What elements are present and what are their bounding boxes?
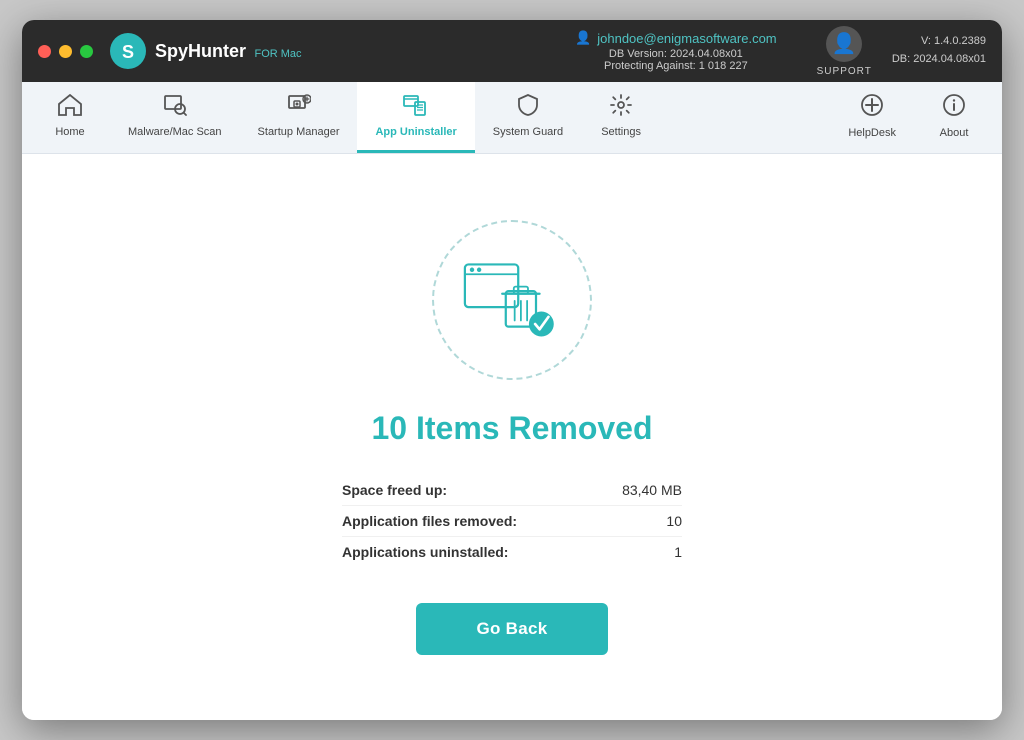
nav-label-malware-scan: Malware/Mac Scan xyxy=(128,126,222,138)
user-icon: 👤 xyxy=(575,30,591,46)
header-db-info: DB Version: 2024.04.08x01 Protecting Aga… xyxy=(604,48,748,72)
nav-spacer xyxy=(661,82,830,153)
stat-label-space: Space freed up: xyxy=(342,482,447,498)
stats-table: Space freed up: 83,40 MB Application fil… xyxy=(342,475,682,567)
nav-label-about: About xyxy=(940,127,969,139)
stat-row-files: Application files removed: 10 xyxy=(342,506,682,537)
nav-label-startup-manager: Startup Manager xyxy=(258,126,340,138)
app-title-text: SpyHunter FOR Mac xyxy=(155,41,302,62)
app-uninstaller-icon xyxy=(403,94,429,122)
nav-item-system-guard[interactable]: System Guard xyxy=(475,82,581,153)
stat-row-apps: Applications uninstalled: 1 xyxy=(342,537,682,567)
nav-item-startup-manager[interactable]: Startup Manager xyxy=(240,82,358,153)
system-guard-icon xyxy=(517,94,539,122)
nav-item-home[interactable]: Home xyxy=(30,82,110,153)
maximize-button[interactable] xyxy=(80,45,93,58)
app-window: S SpyHunter FOR Mac 👤 johndoe@enigmasoft… xyxy=(22,20,1002,720)
stat-row-space: Space freed up: 83,40 MB xyxy=(342,475,682,506)
startup-manager-icon xyxy=(287,94,311,122)
close-button[interactable] xyxy=(38,45,51,58)
uninstall-result-icon xyxy=(462,260,562,340)
protecting-text: Protecting Against: 1 018 227 xyxy=(604,60,748,72)
nav-label-home: Home xyxy=(55,126,84,138)
db-text: DB: 2024.04.08x01 xyxy=(892,51,986,69)
header-center: 👤 johndoe@enigmasoftware.com DB Version:… xyxy=(575,30,777,72)
app-logo: S SpyHunter FOR Mac xyxy=(109,32,302,70)
version-info: V: 1.4.0.2389 DB: 2024.04.08x01 xyxy=(892,33,986,68)
stat-value-files: 10 xyxy=(666,513,682,529)
version-text: V: 1.4.0.2389 xyxy=(892,33,986,51)
nav-item-app-uninstaller[interactable]: App Uninstaller xyxy=(357,82,474,153)
nav-label-app-uninstaller: App Uninstaller xyxy=(375,126,456,138)
nav-item-helpdesk[interactable]: HelpDesk xyxy=(830,82,914,153)
titlebar: S SpyHunter FOR Mac 👤 johndoe@enigmasoft… xyxy=(22,20,1002,82)
stat-label-files: Application files removed: xyxy=(342,513,517,529)
go-back-button[interactable]: Go Back xyxy=(416,603,607,655)
spyhunter-logo-icon: S xyxy=(109,32,147,70)
support-label: SUPPORT xyxy=(817,66,872,77)
nav-label-settings: Settings xyxy=(601,126,641,138)
app-name-suffix: FOR Mac xyxy=(254,48,301,60)
nav-item-settings[interactable]: Settings xyxy=(581,82,661,153)
app-name: SpyHunter xyxy=(155,41,246,61)
nav-label-system-guard: System Guard xyxy=(493,126,563,138)
result-title: 10 Items Removed xyxy=(371,410,652,447)
user-email: johndoe@enigmasoftware.com xyxy=(597,31,776,46)
stat-label-apps: Applications uninstalled: xyxy=(342,544,508,560)
support-avatar-icon: 👤 xyxy=(826,26,862,62)
header-user: 👤 johndoe@enigmasoftware.com xyxy=(575,30,777,46)
person-icon: 👤 xyxy=(832,31,857,56)
stat-value-apps: 1 xyxy=(674,544,682,560)
about-icon xyxy=(942,93,966,123)
result-icon-wrapper xyxy=(432,220,592,380)
support-button[interactable]: 👤 SUPPORT xyxy=(817,26,872,77)
db-version-text: DB Version: 2024.04.08x01 xyxy=(609,48,743,60)
nav-item-malware-scan[interactable]: Malware/Mac Scan xyxy=(110,82,240,153)
minimize-button[interactable] xyxy=(59,45,72,58)
home-icon xyxy=(58,94,82,122)
malware-scan-icon xyxy=(163,94,187,122)
stat-value-space: 83,40 MB xyxy=(622,482,682,498)
main-content: 10 Items Removed Space freed up: 83,40 M… xyxy=(22,154,1002,720)
svg-text:S: S xyxy=(122,42,134,62)
navbar: Home Malware/Mac Scan xyxy=(22,82,1002,154)
helpdesk-icon xyxy=(860,93,884,123)
nav-item-about[interactable]: About xyxy=(914,82,994,153)
settings-icon xyxy=(610,94,632,122)
traffic-lights xyxy=(38,45,93,58)
nav-label-helpdesk: HelpDesk xyxy=(848,127,896,139)
